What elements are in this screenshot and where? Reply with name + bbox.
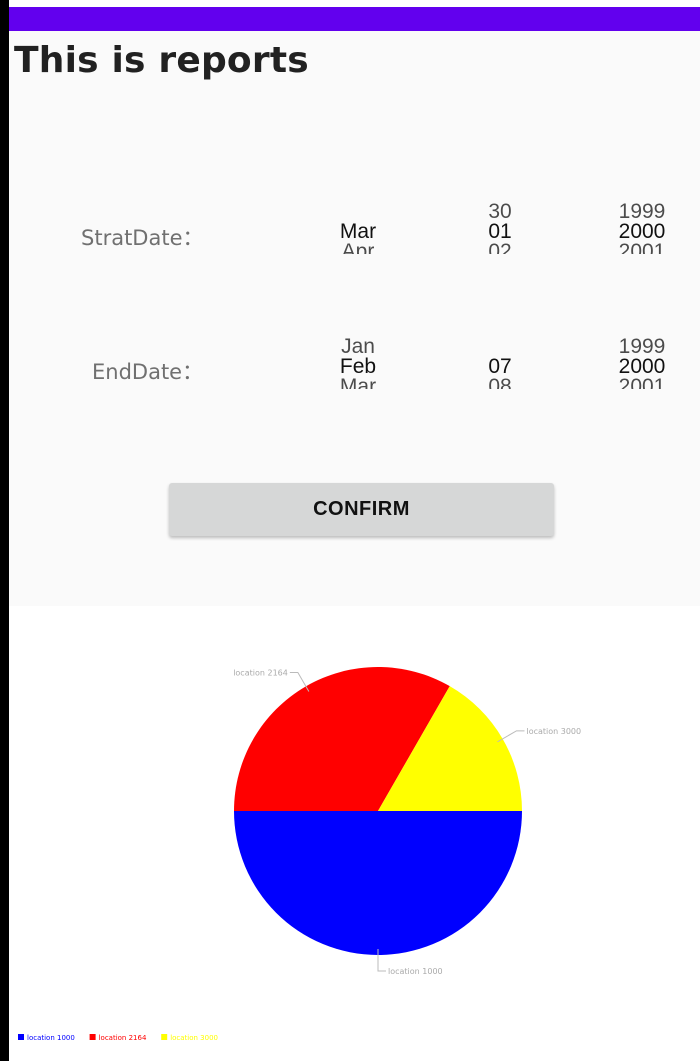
end-year-prev: 1999: [618, 335, 666, 358]
legend-label: location 1000: [27, 1034, 75, 1042]
start-date-label: StratDate：: [81, 226, 204, 250]
pie-slice-location-1000: [234, 811, 522, 955]
start-day-selected: 01: [488, 220, 512, 243]
start-day-next: 02: [488, 242, 512, 254]
start-day-picker[interactable]: 30 01 02: [475, 200, 525, 254]
start-month-selected: Mar: [339, 220, 377, 243]
confirm-button[interactable]: CONFIRM: [169, 483, 554, 536]
start-year-next: 2001: [618, 242, 666, 254]
page-title: This is reports: [14, 40, 309, 81]
pie-chart: location 1000location 2164location 3000 …: [18, 667, 581, 1042]
legend-label: location 3000: [170, 1034, 218, 1042]
end-year-selected: 2000: [618, 355, 666, 378]
end-date-label: EndDate：: [92, 360, 204, 384]
end-day-next: 08: [488, 377, 512, 389]
legend-swatch: [18, 1034, 24, 1040]
end-month-selected: Feb: [339, 355, 377, 378]
start-year-picker[interactable]: 1999 2000 2001: [612, 200, 672, 254]
start-month-picker[interactable]: Mar Apr: [333, 202, 383, 254]
legend-swatch: [89, 1034, 96, 1040]
pie-slice-label: location 1000: [388, 967, 443, 976]
end-month-prev: Jan: [341, 335, 375, 358]
legend-label: location 2164: [99, 1034, 147, 1042]
start-month-next: Apr: [341, 242, 375, 254]
end-day-selected: 07: [488, 355, 512, 378]
legend-swatch: [161, 1034, 168, 1040]
end-year-next: 2001: [618, 377, 666, 389]
start-year-selected: 2000: [618, 220, 666, 243]
end-month-picker[interactable]: Jan Feb Mar: [333, 335, 383, 389]
end-year-picker[interactable]: 1999 2000 2001: [612, 335, 672, 389]
start-day-prev: 30: [488, 200, 512, 223]
pie-slice-label: location 2164: [233, 669, 288, 678]
start-year-prev: 1999: [618, 200, 666, 223]
end-month-next: Mar: [339, 377, 377, 389]
status-bar: [9, 7, 700, 31]
pie-slice-label: location 3000: [526, 727, 581, 736]
end-day-picker[interactable]: 07 08: [475, 337, 525, 389]
